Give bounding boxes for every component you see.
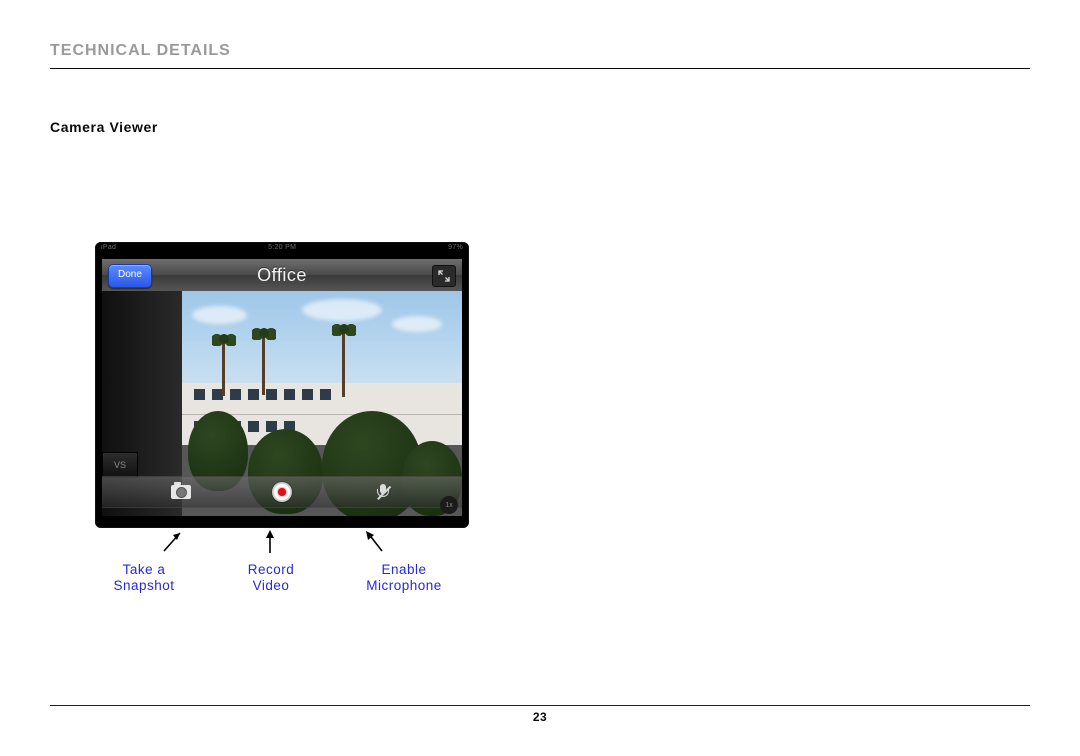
annotation-line: Video — [253, 578, 290, 593]
record-button[interactable] — [271, 483, 293, 501]
camera-viewer-area: Done Office VS — [102, 259, 462, 516]
annotation-snapshot: Take a Snapshot — [104, 562, 184, 594]
annotation-line: Enable — [381, 562, 426, 577]
arrow-record — [256, 527, 284, 555]
camera-icon — [171, 485, 191, 499]
camera-thumbnail[interactable]: VS — [102, 452, 138, 478]
microphone-button[interactable] — [372, 483, 394, 501]
status-battery: 97% — [448, 244, 463, 251]
annotation-microphone: Enable Microphone — [354, 562, 454, 594]
manual-page: TECHNICAL DETAILS Camera Viewer iPad 5:2… — [0, 0, 1080, 756]
status-time: 5:20 PM — [268, 244, 296, 251]
annotation-line: Take a — [123, 562, 166, 577]
camera-title: Office — [257, 265, 307, 286]
arrow-microphone — [360, 527, 388, 555]
annotation-record: Record Video — [231, 562, 311, 594]
tablet-screenshot: iPad 5:20 PM 97% — [95, 242, 469, 528]
page-number: 23 — [0, 710, 1080, 724]
snapshot-button[interactable] — [170, 483, 192, 501]
annotation-line: Microphone — [366, 578, 442, 593]
expand-icon — [438, 270, 450, 282]
section-header: TECHNICAL DETAILS — [50, 42, 1030, 60]
status-bar: iPad 5:20 PM 97% — [95, 242, 469, 251]
fullscreen-button[interactable] — [432, 265, 456, 287]
horizontal-rule-top — [50, 68, 1030, 69]
annotation-line: Snapshot — [113, 578, 174, 593]
done-button[interactable]: Done — [108, 264, 152, 288]
horizontal-rule-bottom — [50, 705, 1030, 706]
zoom-indicator[interactable]: 1x — [440, 496, 458, 514]
subsection-heading: Camera Viewer — [50, 119, 1030, 135]
status-device: iPad — [101, 244, 116, 251]
record-icon — [272, 482, 292, 502]
annotation-line: Record — [248, 562, 295, 577]
viewer-title-bar: Done Office — [102, 259, 462, 291]
microphone-muted-icon — [377, 484, 389, 501]
viewer-toolbar — [102, 476, 462, 508]
arrow-snapshot — [158, 527, 186, 555]
